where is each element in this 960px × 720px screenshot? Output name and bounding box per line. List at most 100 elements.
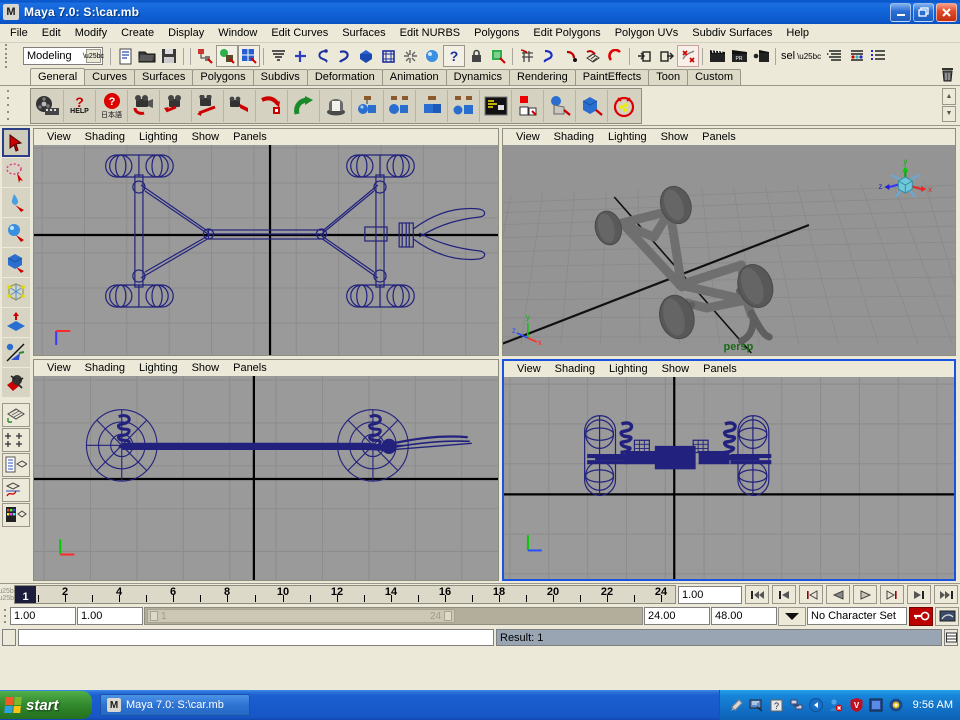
playback-speed-dropdown[interactable] xyxy=(778,606,806,626)
range-slider-drag-handle[interactable] xyxy=(1,607,9,625)
save-scene-icon[interactable] xyxy=(158,45,180,67)
range-slider-track[interactable]: 1 24 xyxy=(144,607,643,625)
menu-display[interactable]: Display xyxy=(161,26,211,40)
panel-menu-shading[interactable]: Shading xyxy=(78,362,132,374)
microphone-icon[interactable] xyxy=(729,698,744,713)
select-tool[interactable] xyxy=(2,128,30,157)
shelf-tab-deformation[interactable]: Deformation xyxy=(306,69,383,85)
shelf-tab-curves[interactable]: Curves xyxy=(84,69,135,85)
menu-edit[interactable]: Edit xyxy=(35,26,68,40)
snap-to-construction-plane-icon[interactable] xyxy=(377,45,399,67)
panel-menu-panels[interactable]: Panels xyxy=(226,362,274,374)
panel-persp-view[interactable]: View Shading Lighting Show Panels persp … xyxy=(502,128,956,356)
show-manipulator-tool[interactable] xyxy=(2,368,30,397)
soft-modification-tool[interactable] xyxy=(2,338,30,367)
panel-menu-shading[interactable]: Shading xyxy=(547,131,601,143)
construction-history-icon[interactable] xyxy=(487,45,509,67)
messenger-icon[interactable] xyxy=(829,698,844,713)
range-slider-bar[interactable]: 1 24 xyxy=(147,609,456,623)
sphere-constraint-icon[interactable] xyxy=(544,89,576,122)
no-construction-history-icon[interactable] xyxy=(677,45,699,67)
panel-menu-show[interactable]: Show xyxy=(654,131,696,143)
shelf-scroll-down-button[interactable]: ▼ xyxy=(942,105,956,122)
menu-help[interactable]: Help xyxy=(779,26,816,40)
show-hidden-icons-button[interactable] xyxy=(809,698,824,713)
set-driven-key-icon[interactable] xyxy=(512,89,544,122)
camera-bookmark-icon[interactable] xyxy=(256,89,288,122)
japanese-help-icon[interactable]: ? 日本語 xyxy=(96,89,128,122)
hypershade-persp-layout[interactable] xyxy=(2,503,30,527)
panel-menu-view[interactable]: View xyxy=(40,131,78,143)
curve-grid-icon[interactable] xyxy=(516,45,538,67)
command-line-handle[interactable] xyxy=(2,629,16,646)
outliner-persp-layout[interactable] xyxy=(2,453,30,477)
go-to-start-button[interactable] xyxy=(745,585,769,604)
viewport-persp[interactable]: persp y z x y z x xyxy=(503,145,955,355)
snap-to-grid-icon[interactable] xyxy=(289,45,311,67)
shelf-scroll-up-button[interactable]: ▲ xyxy=(942,88,956,105)
menuset-selector[interactable]: Modeling \u25bc xyxy=(23,47,104,65)
panel-menu-show[interactable]: Show xyxy=(185,362,227,374)
select-mask-icon[interactable] xyxy=(267,45,289,67)
panel-menu-view[interactable]: View xyxy=(510,363,548,375)
taskbar-clock[interactable]: 9:56 AM xyxy=(913,699,953,711)
menu-file[interactable]: File xyxy=(3,26,35,40)
command-input[interactable] xyxy=(18,629,494,646)
step-forward-key-button[interactable] xyxy=(907,585,931,604)
camera-tool-icon[interactable] xyxy=(128,89,160,122)
range-end-field[interactable]: 24.00 xyxy=(644,607,710,625)
script-editor-icon[interactable] xyxy=(480,89,512,122)
lock-icon[interactable] xyxy=(465,45,487,67)
panel-menu-view[interactable]: View xyxy=(509,131,547,143)
shelf-scroll-buttons[interactable]: ▲ ▼ xyxy=(942,88,956,122)
menu-modify[interactable]: Modify xyxy=(68,26,114,40)
character-set-field[interactable]: No Character Set xyxy=(807,607,907,625)
auto-key-icon[interactable] xyxy=(909,606,933,626)
panel-menu-shading[interactable]: Shading xyxy=(78,131,132,143)
panel-menu-show[interactable]: Show xyxy=(185,131,227,143)
camera-aim-icon[interactable] xyxy=(160,89,192,122)
batch-render-icon[interactable] xyxy=(750,45,772,67)
menu-polygons[interactable]: Polygons xyxy=(467,26,526,40)
shelf-tab-dynamics[interactable]: Dynamics xyxy=(445,69,510,85)
shelf-tab-subdivs[interactable]: Subdivs xyxy=(252,69,308,85)
range-right-handle[interactable] xyxy=(444,611,453,621)
step-back-frame-button[interactable] xyxy=(799,585,823,604)
cube-constraint-icon[interactable] xyxy=(576,89,608,122)
ambient-light-icon[interactable] xyxy=(320,89,352,122)
panel-menu-shading[interactable]: Shading xyxy=(548,363,602,375)
move-tool[interactable] xyxy=(2,218,30,247)
panel-front-view[interactable]: View Shading Lighting Show Panels xyxy=(33,359,499,581)
restore-button[interactable] xyxy=(913,2,934,22)
ipr-render-icon[interactable]: ? xyxy=(443,45,465,67)
minimize-button[interactable] xyxy=(890,2,911,22)
output-connections-icon[interactable] xyxy=(655,45,677,67)
script-editor-icon[interactable] xyxy=(944,629,958,646)
input-connections-icon[interactable] xyxy=(633,45,655,67)
panel-menu-lighting[interactable]: Lighting xyxy=(132,362,185,374)
show-attribute-editor-icon[interactable] xyxy=(845,45,867,67)
scale-tool[interactable] xyxy=(2,278,30,307)
menu-edit-polygons[interactable]: Edit Polygons xyxy=(526,26,607,40)
time-slider-drag-handle[interactable]: \u25b2\u25bc xyxy=(0,584,18,605)
shelf-tab-painteffects[interactable]: PaintEffects xyxy=(574,69,650,85)
curve-tool-icon[interactable] xyxy=(538,45,560,67)
menu-edit-curves[interactable]: Edit Curves xyxy=(264,26,335,40)
panel-top-view[interactable]: View Shading Lighting Show Panels xyxy=(33,128,499,356)
panel-menu-panels[interactable]: Panels xyxy=(696,363,744,375)
animation-start-field[interactable]: 1.00 xyxy=(10,607,76,625)
panel-menu-lighting[interactable]: Lighting xyxy=(601,131,654,143)
start-button[interactable]: start xyxy=(0,691,92,719)
render-sequence-icon[interactable]: PR xyxy=(728,45,750,67)
lasso-tool[interactable] xyxy=(2,158,30,187)
go-to-end-button[interactable] xyxy=(934,585,958,604)
shelf-tab-rendering[interactable]: Rendering xyxy=(508,69,576,85)
camera-aim-up-icon[interactable] xyxy=(192,89,224,122)
time-slider-track[interactable]: 1 2 4 6 8 10 12 14 16 18 20 22 24 xyxy=(14,585,676,604)
panel-menu-view[interactable]: View xyxy=(40,362,78,374)
viewport-top[interactable] xyxy=(34,145,498,355)
rebuild-arrow-icon[interactable] xyxy=(288,89,320,122)
directional-light-icon[interactable] xyxy=(384,89,416,122)
panel-menu-lighting[interactable]: Lighting xyxy=(132,131,185,143)
current-time-field[interactable]: 1.00 xyxy=(678,585,742,604)
